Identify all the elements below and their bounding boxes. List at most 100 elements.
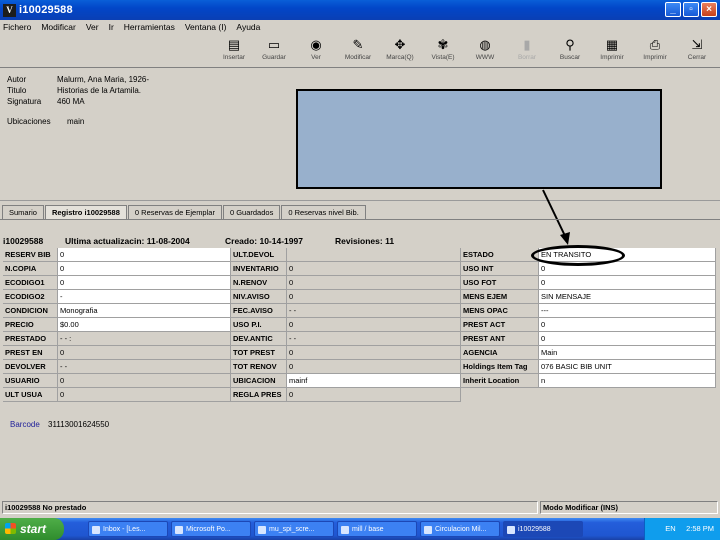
field-value[interactable]: 0 — [58, 374, 231, 388]
save-icon: ▭ — [267, 37, 281, 52]
menu-fichero[interactable]: Fichero — [3, 22, 31, 32]
field-value[interactable]: $0.00 — [58, 318, 231, 332]
guardar-button[interactable]: ▭ Guardar — [256, 36, 292, 66]
task-inbox[interactable]: Inbox - [Les... — [88, 521, 168, 537]
field-value[interactable]: Monografia — [58, 304, 231, 318]
field-value[interactable]: 0 — [58, 388, 231, 402]
buscar-button[interactable]: ⚲ Buscar — [552, 36, 588, 66]
field-value[interactable]: 0 — [58, 346, 231, 360]
insertar-button[interactable]: ▤ Insertar — [216, 36, 252, 66]
close-button[interactable]: × — [701, 2, 717, 17]
field-value[interactable]: 0 — [287, 360, 461, 374]
field-value[interactable]: 0 — [287, 346, 461, 360]
taskbar: start Inbox - [Les... Microsoft Po... mu… — [0, 518, 720, 540]
field-value[interactable]: Main — [539, 346, 716, 360]
windows-logo-icon — [5, 523, 16, 534]
record-updated: Ultima actualizacin: 11-08-2004 — [65, 236, 190, 246]
field-value[interactable]: 0 — [58, 276, 231, 290]
field-value[interactable]: - - — [58, 360, 231, 374]
task-record[interactable]: i10029588 — [503, 521, 583, 537]
menu-ventana[interactable]: Ventana (I) — [185, 22, 227, 32]
field-value[interactable] — [287, 248, 461, 262]
borrar-button[interactable]: ▮ Borrar — [509, 36, 545, 66]
tab-registro[interactable]: Registro i10029588 — [44, 205, 127, 219]
field-value[interactable]: 0 — [539, 276, 716, 290]
task-powerpoint[interactable]: Microsoft Po... — [171, 521, 251, 537]
field-value[interactable]: 0 — [287, 276, 461, 290]
record-id: i10029588 — [3, 236, 44, 246]
tab-guardados[interactable]: 0 Guardados — [222, 205, 281, 219]
field-label: MENS OPAC — [461, 304, 539, 318]
imprimir-button[interactable]: ⎙ Imprimir — [637, 36, 673, 66]
vista-button[interactable]: ✾ Vista(E) — [425, 36, 461, 66]
field-value[interactable]: 0 — [58, 248, 231, 262]
field-label: Inherit Location — [461, 374, 539, 388]
tab-reservas-bib[interactable]: 0 Reservas nivel Bib. — [281, 205, 366, 219]
marc-icon: ✥ — [394, 37, 406, 52]
title-bar[interactable]: V i10029588 _ ▫ × — [0, 0, 720, 20]
window-title: i10029588 — [19, 4, 73, 16]
minimize-button[interactable]: _ — [665, 2, 681, 17]
field-value[interactable]: 0 — [287, 388, 461, 402]
globe-icon: ◍ — [479, 37, 491, 52]
system-tray: EN 2:58 PM — [644, 518, 720, 540]
field-label: DEVOLVER — [3, 360, 58, 374]
menu-ver[interactable]: Ver — [86, 22, 99, 32]
field-value[interactable]: mainf — [287, 374, 461, 388]
field-value[interactable]: 0 — [287, 290, 461, 304]
field-label: PREST ANT — [461, 332, 539, 346]
app-icon: V — [3, 3, 16, 17]
menu-modificar[interactable]: Modificar — [41, 22, 75, 32]
field-label: PREST ACT — [461, 318, 539, 332]
field-value[interactable]: 0 — [58, 262, 231, 276]
print-screen-icon: ▦ — [605, 37, 619, 52]
field-value[interactable]: n — [539, 374, 716, 388]
status-bar: i10029588 No prestado Modo Modificar (IN… — [0, 501, 720, 514]
eye-icon: ◉ — [310, 37, 322, 52]
marca-button[interactable]: ✥ Marca(Q) — [382, 36, 418, 66]
field-value[interactable]: 0 — [287, 318, 461, 332]
field-value[interactable]: --- — [539, 304, 716, 318]
field-label: USUARIO — [3, 374, 58, 388]
menu-ir[interactable]: Ir — [109, 22, 114, 32]
tab-reservas-ejemplar[interactable]: 0 Reservas de Ejemplar — [127, 205, 222, 219]
cerrar-button[interactable]: ⇲ Cerrar — [679, 36, 715, 66]
exit-icon: ⇲ — [691, 37, 703, 52]
start-button[interactable]: start — [0, 518, 64, 540]
insert-icon: ▤ — [227, 37, 241, 52]
field-value[interactable]: - - : — [58, 332, 231, 346]
modificar-button[interactable]: ✎ Modificar — [340, 36, 376, 66]
status-right: Modo Modificar (INS) — [540, 501, 718, 514]
imprimir-pantalla-button[interactable]: ▦ Imprimir — [594, 36, 630, 66]
status-left: i10029588 No prestado — [2, 501, 538, 514]
field-label: FEC.AVISO — [231, 304, 287, 318]
field-label: USO FOT — [461, 276, 539, 290]
field-label: ECODIGO1 — [3, 276, 58, 290]
field-value[interactable]: SIN MENSAJE — [539, 290, 716, 304]
menu-herramientas[interactable]: Herramientas — [124, 22, 175, 32]
field-value[interactable]: 0 — [287, 262, 461, 276]
ver-button[interactable]: ◉ Ver — [298, 36, 334, 66]
tab-sumario[interactable]: Sumario — [2, 205, 44, 219]
field-label: USO INT — [461, 262, 539, 276]
field-value[interactable]: 076 BASIC BIB UNIT — [539, 360, 716, 374]
field-value[interactable]: - - — [287, 304, 461, 318]
printer-icon: ⎙ — [649, 37, 661, 52]
task-screenshot[interactable]: mu_spi_scre... — [254, 521, 334, 537]
field-label: ECODIGO2 — [3, 290, 58, 304]
task-circulacion[interactable]: Circulacion Mil... — [420, 521, 500, 537]
edit-icon: ✎ — [352, 37, 364, 52]
search-icon: ⚲ — [565, 37, 575, 52]
field-value[interactable]: 0 — [539, 332, 716, 346]
field-label: NIV.AVISO — [231, 290, 287, 304]
task-mill-base[interactable]: mill / base — [337, 521, 417, 537]
field-value[interactable]: 0 — [539, 318, 716, 332]
field-label: ULT.DEVOL — [231, 248, 287, 262]
field-value[interactable]: - — [58, 290, 231, 304]
language-indicator[interactable]: EN — [665, 524, 675, 533]
menu-ayuda[interactable]: Ayuda — [236, 22, 260, 32]
web-button[interactable]: ◍ WWW — [467, 36, 503, 66]
barcode-value: 31113001624550 — [48, 420, 110, 429]
maximize-button[interactable]: ▫ — [683, 2, 699, 17]
field-value[interactable]: - - — [287, 332, 461, 346]
